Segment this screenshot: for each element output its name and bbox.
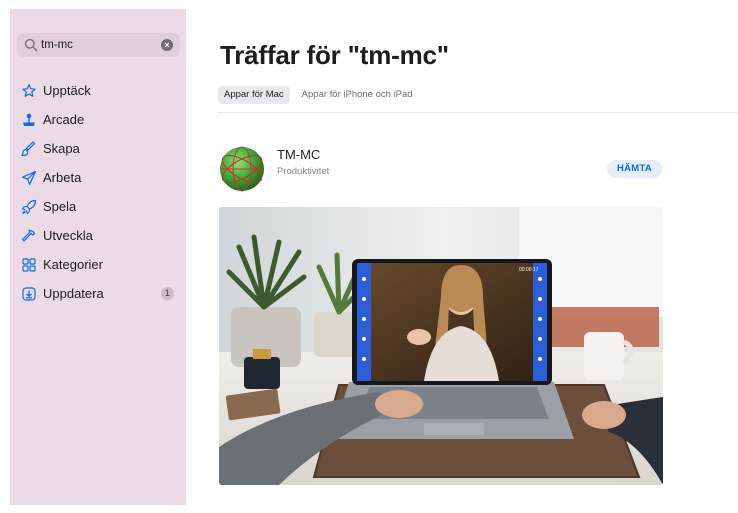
rocket-icon — [21, 199, 37, 214]
sidebar-item-label: Uppdatera — [43, 286, 104, 301]
get-button[interactable]: HÄMTA — [607, 160, 662, 178]
tab-mac-apps[interactable]: Appar för Mac — [218, 86, 290, 104]
sidebar-item-label: Upptäck — [43, 83, 91, 98]
sidebar-item-label: Skapa — [43, 141, 80, 156]
sidebar-item-spela[interactable]: Spela — [10, 192, 186, 221]
sidebar-item-skapa[interactable]: Skapa — [10, 134, 186, 163]
sidebar-item-upptack[interactable]: Upptäck — [10, 76, 186, 105]
search-input[interactable] — [41, 37, 151, 53]
platform-tabs: Appar för Mac Appar för iPhone och iPad — [218, 86, 419, 104]
paperplane-icon — [21, 170, 37, 185]
sidebar-item-arbeta[interactable]: Arbeta — [10, 163, 186, 192]
sidebar-item-uppdatera[interactable]: Uppdatera 1 — [10, 279, 186, 308]
page-title: Träffar för "tm-mc" — [220, 40, 449, 70]
sidebar-item-label: Spela — [43, 199, 77, 214]
brush-icon — [21, 140, 36, 156]
video-timer: 00:00:17 — [519, 267, 539, 273]
app-screenshot[interactable]: 00:00:17 — [219, 207, 663, 485]
sidebar: × Upptäck Arcade Skapa Arbeta Spela Utve… — [10, 9, 186, 505]
sidebar-item-label: Kategorier — [43, 257, 103, 272]
clear-search-icon[interactable]: × — [161, 39, 173, 51]
app-globe-icon[interactable] — [219, 146, 265, 192]
update-count-badge: 1 — [161, 287, 174, 300]
search-icon — [24, 38, 38, 52]
divider — [218, 112, 738, 113]
main-content: Träffar för "tm-mc" Appar för Mac Appar … — [218, 0, 738, 513]
joystick-icon — [23, 113, 35, 126]
search-field[interactable]: × — [17, 33, 180, 57]
sidebar-item-label: Utveckla — [43, 228, 93, 243]
app-category: Produktivitet — [277, 166, 330, 177]
sidebar-item-kategorier[interactable]: Kategorier — [10, 250, 186, 279]
app-name[interactable]: TM-MC — [277, 147, 320, 162]
sidebar-nav: Upptäck Arcade Skapa Arbeta Spela Utveck… — [10, 76, 186, 308]
download-icon — [22, 286, 36, 301]
sidebar-item-label: Arcade — [43, 112, 85, 127]
grid-icon — [22, 257, 36, 272]
star-icon — [22, 83, 36, 97]
sidebar-item-arcade[interactable]: Arcade — [10, 105, 186, 134]
hammer-icon — [21, 228, 36, 242]
sidebar-item-label: Arbeta — [43, 170, 82, 185]
tab-iphone-ipad-apps[interactable]: Appar för iPhone och iPad — [296, 86, 419, 104]
sidebar-item-utveckla[interactable]: Utveckla — [10, 221, 186, 250]
